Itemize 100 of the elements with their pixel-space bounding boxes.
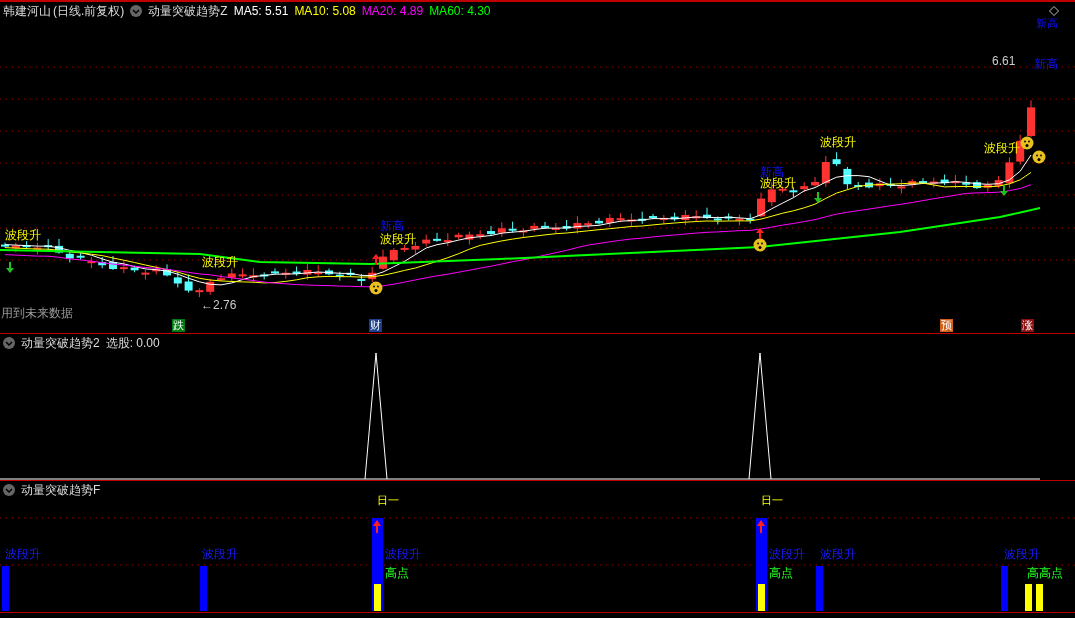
down-arrow-icon — [6, 261, 14, 273]
candlestick — [433, 232, 441, 243]
candlestick — [746, 213, 755, 225]
candlestick — [843, 166, 852, 190]
candlestick — [1, 242, 9, 249]
candlestick — [217, 273, 225, 282]
candlestick — [1005, 156, 1014, 189]
wave-rise-label: 波段升 — [820, 548, 856, 561]
candlestick — [865, 178, 873, 189]
up-arrow-icon — [756, 228, 764, 240]
candlestick — [962, 175, 971, 189]
candlestick — [195, 287, 204, 298]
smiley-icon — [753, 238, 767, 252]
candlestick — [541, 221, 549, 230]
candlestick — [260, 271, 269, 280]
candlestick — [238, 267, 247, 279]
wave-rise-label: 波段升 — [385, 548, 421, 561]
candlestick — [249, 267, 258, 284]
candlestick — [659, 214, 668, 225]
moving-average-value: MA20: 4.89 — [361, 4, 424, 18]
new-high-label: 新高 — [380, 220, 404, 233]
candlestick — [335, 271, 344, 282]
candlestick — [735, 214, 744, 227]
candlestick — [497, 221, 506, 238]
candlestick — [303, 263, 312, 281]
indicator-name: 动量突破趋势Z — [148, 2, 228, 20]
signal-bar — [816, 566, 823, 611]
wave-rise-label: 波段升 — [820, 136, 856, 149]
candlestick — [109, 255, 117, 271]
candlestick — [940, 174, 949, 186]
collapse-icon[interactable] — [3, 484, 15, 496]
candlestick — [55, 238, 63, 255]
wave-rise-label: 波段升 — [1004, 548, 1040, 561]
candlestick — [821, 155, 830, 188]
candlestick — [271, 267, 279, 275]
down-arrow-icon — [814, 191, 822, 203]
moving-average-value: MA60: 4.30 — [429, 4, 491, 18]
candlestick — [368, 266, 377, 283]
candlestick — [119, 259, 128, 274]
candlestick — [465, 231, 474, 246]
signal-marker: 预 — [940, 319, 953, 332]
period-label: (日线.前复权) — [53, 2, 125, 20]
stock-name: 韩建河山 — [3, 2, 51, 20]
price-label: 6.61 — [992, 55, 1016, 68]
up-arrow-icon — [373, 520, 381, 534]
signal-marker: 财 — [369, 319, 382, 332]
candlestick — [443, 232, 452, 247]
down-arrow-icon — [1000, 184, 1008, 196]
candlestick — [227, 268, 236, 283]
signal-bar — [2, 566, 9, 611]
candlestick — [400, 244, 409, 253]
diamond-icon[interactable] — [1049, 6, 1059, 16]
candlestick — [422, 234, 431, 248]
candlestick — [551, 222, 560, 235]
candlestick — [65, 251, 74, 263]
peak-label: 高点 — [769, 567, 793, 580]
candlestick — [454, 232, 463, 240]
candlestick — [562, 219, 571, 231]
candlestick — [163, 263, 171, 277]
wave-rise-label: 波段升 — [769, 548, 805, 561]
candlestick — [595, 217, 603, 225]
candlestick — [98, 256, 107, 269]
indicator-name: 动量突破趋势2 — [21, 334, 100, 352]
signal-marker: 跌 — [172, 319, 185, 332]
signal-bar — [1001, 566, 1008, 611]
tag-label: 日一 — [377, 495, 399, 506]
wave-rise-label: 波段升 — [5, 548, 41, 561]
candlestick — [811, 176, 819, 187]
candlestick — [573, 215, 582, 234]
candlestick — [832, 151, 841, 167]
candlestick — [973, 179, 981, 190]
collapse-icon[interactable] — [130, 5, 143, 17]
peak-label: 高点 — [385, 567, 409, 580]
candlestick — [919, 177, 927, 185]
new-high-label: 新高 — [1036, 18, 1058, 29]
candlestick — [130, 265, 139, 273]
wave-rise-label: 波段升 — [760, 177, 796, 190]
tag-label: 日一 — [761, 495, 783, 506]
signal-bar — [200, 566, 207, 611]
candlestick — [994, 175, 1003, 189]
candlestick — [292, 266, 301, 277]
candlestick — [983, 181, 992, 193]
candlestick — [11, 242, 20, 253]
smiley-icon — [1020, 136, 1034, 150]
candlestick — [325, 268, 333, 276]
peak-label: 高高点 — [1027, 567, 1063, 580]
price-label: ←2.76 — [201, 299, 237, 312]
moving-average-value: MA10: 5.08 — [294, 4, 356, 18]
candlestick — [681, 209, 690, 226]
signal-marker: 涨 — [1021, 319, 1034, 332]
candlestick — [908, 178, 917, 189]
candlestick — [519, 227, 528, 238]
candlestick — [206, 278, 215, 296]
candlestick — [141, 269, 150, 281]
collapse-icon[interactable] — [3, 337, 15, 349]
smiley-icon — [369, 281, 383, 295]
candlestick — [76, 252, 85, 261]
peak-bar — [758, 584, 765, 611]
candlestick — [184, 274, 193, 294]
new-high-label: 新高 — [1034, 58, 1058, 71]
